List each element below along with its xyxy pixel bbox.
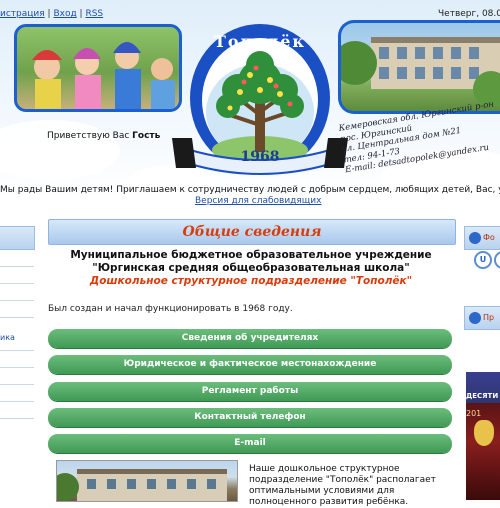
work-schedule-button[interactable]: Регламент работы (48, 382, 452, 401)
top-nav: истрация | Вход | RSS (0, 9, 103, 19)
founded-text: Был создан и начал функционировать в 196… (48, 304, 293, 314)
welcome-marquee: Мы рады Вашим детям! Приглашаем к сотруд… (0, 185, 500, 195)
info-icon (469, 311, 481, 324)
section-title: Общие сведения (48, 219, 456, 245)
site-header: истрация | Вход | RSS Четверг, 08.08. (0, 0, 500, 200)
kindergarten-emblem: Тополёк 1968 (160, 20, 360, 190)
sidebar-divider (0, 350, 34, 351)
social-button-c[interactable]: C (494, 251, 500, 269)
right-header-label: Фо (483, 233, 495, 242)
register-link[interactable]: истрация (0, 9, 45, 19)
sidebar-divider (0, 401, 34, 402)
accessibility-version-link[interactable]: Версия для слабовидящих (195, 196, 321, 206)
social-button-u[interactable]: U (474, 251, 492, 269)
theatre-mask-icon (474, 420, 494, 446)
greeting: Приветствую Вас Гость (47, 131, 160, 141)
login-link[interactable]: Вход (53, 9, 76, 19)
location-button[interactable]: Юридическое и фактическое местонахождени… (48, 355, 452, 374)
description-text: Наше дошкольное структурное подразделени… (249, 464, 436, 507)
email-button[interactable]: E-mail (48, 434, 452, 453)
sidebar-divider (0, 384, 34, 385)
organization-info: Муниципальное бюджетное образовательное … (48, 249, 454, 288)
organization-name: Муниципальное бюджетное образовательное … (70, 249, 432, 274)
theatre-banner[interactable]: 201 (466, 403, 500, 500)
sidebar-divider (0, 418, 34, 419)
rss-link[interactable]: RSS (85, 9, 103, 19)
founders-info-button[interactable]: Сведения об учредителях (48, 329, 452, 348)
emblem-year: 1968 (240, 149, 280, 165)
left-sidebar-header (0, 226, 35, 250)
sidebar-divider (0, 317, 34, 318)
children-photo (14, 24, 182, 112)
sidebar-divider (0, 367, 34, 368)
right-sidebar-header-photo: Фо (464, 226, 500, 250)
right-header-label: Пр (483, 313, 495, 322)
greeting-prefix: Приветствую Вас (47, 131, 133, 141)
sidebar-link[interactable]: ика (0, 333, 15, 342)
sidebar-divider (0, 266, 34, 267)
building-photo (338, 20, 500, 114)
contact-phone-button[interactable]: Контактный телефон (48, 408, 452, 427)
sidebar-divider (0, 283, 34, 284)
greeting-user: Гость (132, 131, 161, 141)
left-sidebar (0, 219, 34, 500)
photo-icon (469, 231, 481, 244)
kindergarten-photo (51, 460, 238, 502)
current-date: Четверг, 08.08. (438, 9, 500, 19)
banner-year: 201 (466, 409, 482, 418)
sidebar-divider (0, 300, 34, 301)
emblem-title: Тополёк (214, 32, 306, 51)
organization-subdivision: Дошкольное структурное подразделение "То… (89, 275, 413, 287)
banner-text: ДЕСЯТИ (466, 392, 499, 400)
right-sidebar-header-2: Пр (464, 306, 500, 330)
